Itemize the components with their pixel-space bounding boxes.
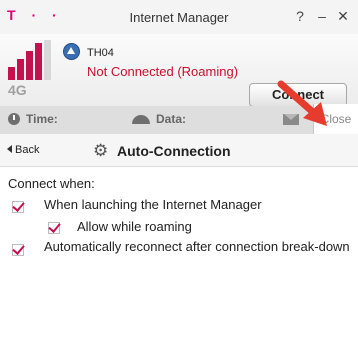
- connection-status-text: Not Connected (Roaming): [87, 64, 239, 79]
- data-label: Data:: [156, 112, 187, 126]
- signal-bar: [26, 51, 33, 80]
- roaming-checkbox[interactable]: [48, 222, 60, 234]
- network-technology: 4G: [8, 82, 27, 98]
- usage-info-bar: Time: Data:: [0, 106, 358, 135]
- launch-option-label[interactable]: When launching the Internet Manager: [44, 197, 262, 212]
- back-button[interactable]: Back: [7, 144, 39, 156]
- reconnect-option-label[interactable]: Automatically reconnect after connection…: [44, 239, 350, 254]
- launch-checkbox[interactable]: [12, 201, 24, 213]
- roaming-icon: [63, 43, 80, 60]
- signal-bar: [17, 59, 24, 80]
- page-title: Auto-Connection: [117, 143, 231, 159]
- back-arrow-icon: [7, 145, 12, 153]
- close-panel-button[interactable]: Close: [313, 104, 358, 134]
- connect-when-heading: Connect when:: [8, 176, 95, 191]
- signal-bar: [44, 40, 51, 80]
- signal-strength-icon: [8, 40, 60, 80]
- time-label: Time:: [26, 112, 58, 126]
- data-gauge-icon: [132, 115, 150, 124]
- title-bar: T · · Internet Manager ? – ✕: [0, 0, 358, 34]
- sms-mail-icon[interactable]: [283, 114, 299, 125]
- auto-connection-settings: Connect when: When launching the Interne…: [0, 167, 358, 355]
- back-label: Back: [15, 144, 40, 156]
- clock-icon: [8, 113, 20, 125]
- signal-bar: [8, 67, 15, 80]
- close-window-button[interactable]: ✕: [334, 8, 352, 25]
- navigation-bar: Back ⚙ Auto-Connection: [0, 134, 358, 167]
- connection-status-panel: 4G TH04 Not Connected (Roaming) Connect: [0, 34, 358, 107]
- reconnect-checkbox[interactable]: [12, 244, 24, 256]
- signal-bar: [35, 43, 42, 80]
- roaming-option-label[interactable]: Allow while roaming: [77, 219, 192, 234]
- minimize-button[interactable]: –: [313, 8, 331, 24]
- help-button[interactable]: ?: [291, 8, 309, 24]
- gear-icon: ⚙: [93, 141, 109, 160]
- network-name: TH04: [87, 47, 114, 59]
